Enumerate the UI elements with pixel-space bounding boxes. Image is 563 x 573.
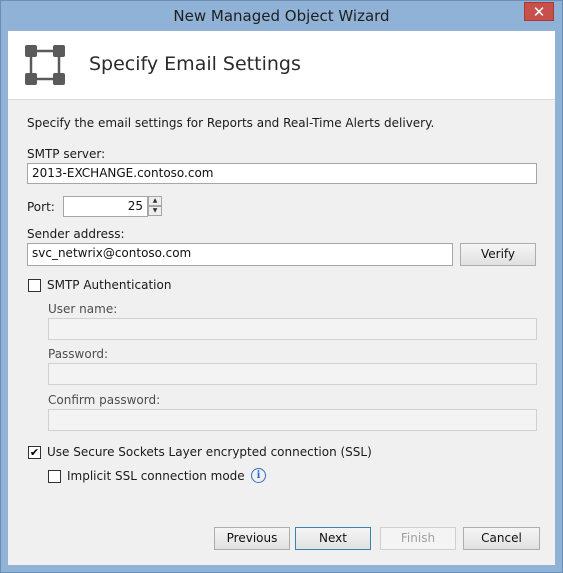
wizard-window: New Managed Object Wizard ✕ Specify Emai [0, 0, 563, 573]
finish-button[interactable]: Finish [380, 527, 456, 550]
password-input [48, 363, 537, 385]
ssl-label: Use Secure Sockets Layer encrypted conne… [47, 445, 372, 459]
port-input[interactable]: 25 [63, 196, 148, 217]
smtp-auth-label: SMTP Authentication [47, 278, 172, 292]
port-stepper[interactable]: ▲ ▼ [148, 196, 162, 217]
smtp-server-label: SMTP server: [27, 147, 106, 161]
username-label: User name: [48, 302, 118, 316]
sender-address-label: Sender address: [27, 227, 125, 241]
password-label: Password: [48, 347, 109, 361]
port-down-arrow-icon[interactable]: ▼ [148, 206, 162, 216]
page-title: Specify Email Settings [89, 53, 301, 75]
title-bar[interactable]: New Managed Object Wizard ✕ [1, 1, 562, 31]
close-button[interactable]: ✕ [524, 2, 554, 21]
port-label: Port: [27, 200, 55, 214]
cancel-button[interactable]: Cancel [463, 527, 540, 550]
sender-address-input[interactable]: svc_netwrix@contoso.com [27, 243, 453, 266]
implicit-ssl-checkbox[interactable] [48, 470, 61, 483]
ssl-checkbox[interactable]: ✔ [28, 446, 41, 459]
port-up-arrow-icon[interactable]: ▲ [148, 196, 162, 206]
info-icon[interactable]: i [251, 468, 266, 483]
username-input [48, 318, 537, 340]
wizard-client-area: Specify Email Settings Specify the email… [8, 31, 555, 565]
smtp-server-input[interactable]: 2013-EXCHANGE.contoso.com [27, 163, 537, 184]
next-button[interactable]: Next [295, 527, 371, 550]
smtp-auth-checkbox[interactable] [28, 279, 41, 292]
confirm-password-label: Confirm password: [48, 393, 161, 407]
verify-button[interactable]: Verify [460, 243, 536, 266]
network-nodes-icon [25, 45, 65, 85]
wizard-header: Specify Email Settings [8, 31, 555, 100]
previous-button[interactable]: Previous [214, 527, 290, 550]
confirm-password-input [48, 409, 537, 431]
implicit-ssl-label: Implicit SSL connection mode [67, 469, 245, 483]
intro-text: Specify the email settings for Reports a… [27, 116, 435, 130]
window-title: New Managed Object Wizard [173, 7, 390, 25]
